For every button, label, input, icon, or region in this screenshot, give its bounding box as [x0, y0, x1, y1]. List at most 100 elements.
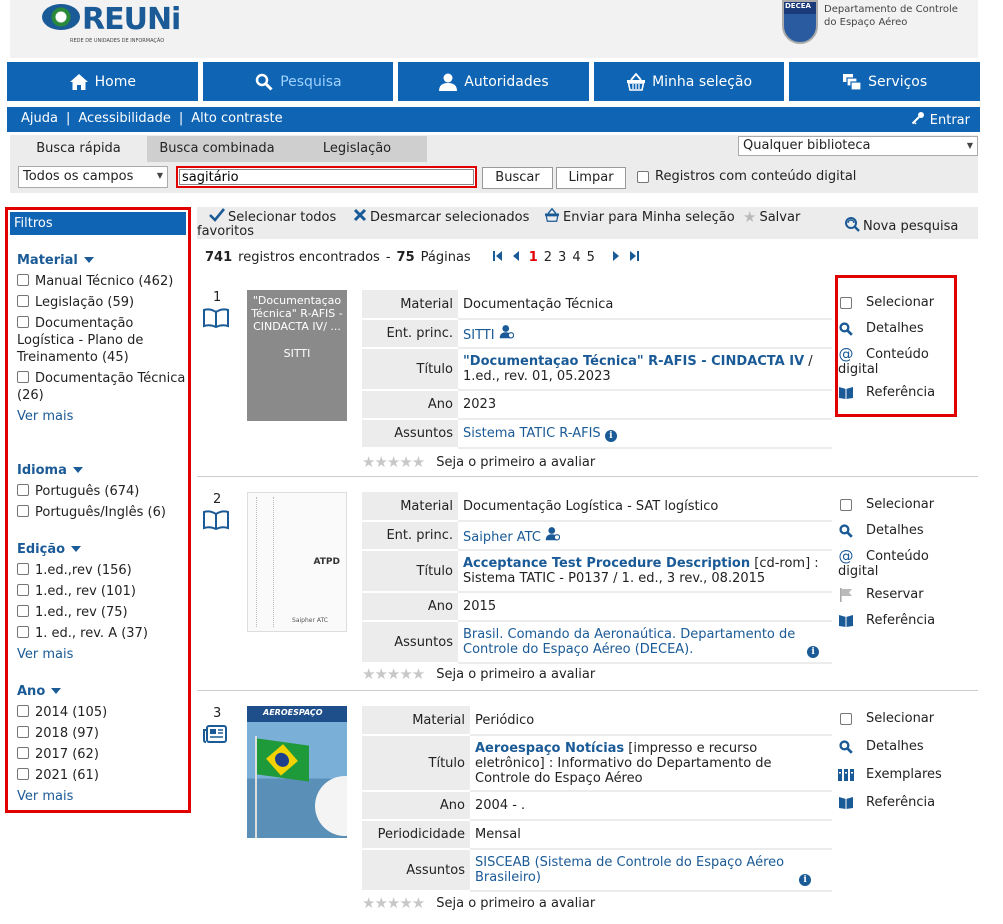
reference-action[interactable]: Referência	[838, 613, 935, 628]
page-link[interactable]: 2	[544, 250, 552, 265]
record-author-link[interactable]: Saipher ATC	[463, 530, 541, 545]
record-subject-link[interactable]: Sistema TATIC R-AFIS	[463, 426, 601, 441]
record-cover[interactable]: ATPD Saipher ATC	[247, 492, 347, 632]
reuni-logo[interactable]: REUNi REDE DE UNIDADES DE INFORMAÇÃO	[42, 2, 181, 46]
record-cover[interactable]: AEROESPAÇO	[247, 706, 347, 838]
page-link-current[interactable]: 1	[529, 250, 538, 265]
authority-person-icon[interactable]	[545, 527, 561, 545]
digital-content-filter[interactable]: Registros com conteúdo digital	[637, 169, 856, 184]
authority-person-icon[interactable]	[499, 325, 514, 343]
copies-action[interactable]: Exemplares	[838, 767, 942, 782]
tab-combined-search[interactable]: Busca combinada	[147, 136, 287, 162]
filter-checkbox[interactable]	[17, 505, 29, 517]
first-page-icon[interactable]	[492, 251, 502, 264]
filter-option[interactable]: 1.ed.,rev (156)	[17, 562, 187, 579]
record-subject-link[interactable]: SISCEAB (Sistema de Controle do Espaço A…	[475, 855, 795, 885]
filter-option[interactable]: 2017 (62)	[17, 746, 187, 763]
nav-authorities[interactable]: Autoridades	[398, 62, 589, 101]
search-field-select[interactable]: Todos os campos ▼	[18, 166, 168, 188]
tab-quick-search[interactable]: Busca rápida	[10, 136, 147, 162]
select-checkbox[interactable]	[840, 712, 852, 725]
new-search-button[interactable]: Nova pesquisa	[844, 216, 958, 236]
search-button[interactable]: Buscar	[482, 167, 553, 189]
filter-option[interactable]: 1.ed., rev (101)	[17, 583, 187, 600]
nav-home[interactable]: Home	[7, 62, 198, 101]
page-link[interactable]: 4	[572, 250, 580, 265]
last-page-icon[interactable]	[629, 251, 639, 264]
nav-selection[interactable]: Minha seleção	[593, 62, 785, 101]
filter-checkbox[interactable]	[17, 705, 29, 717]
next-page-icon[interactable]	[612, 251, 620, 264]
digital-content-action[interactable]: @ Conteúdo digital	[838, 549, 935, 580]
send-to-selection-button[interactable]: Enviar para Minha seleção	[544, 207, 735, 226]
filter-checkbox[interactable]	[17, 626, 29, 638]
filter-option[interactable]: Legislação (59)	[17, 294, 187, 311]
high-contrast-link[interactable]: Alto contraste	[191, 111, 282, 126]
digital-content-checkbox[interactable]	[637, 170, 649, 183]
filter-option[interactable]: Documentação Técnica (26)	[17, 370, 187, 404]
filter-option[interactable]: Português/Inglês (6)	[17, 504, 187, 521]
page-link[interactable]: 3	[558, 250, 566, 265]
nav-services[interactable]: Serviços	[789, 62, 980, 101]
filter-section-title[interactable]: Idioma	[17, 461, 187, 479]
select-checkbox[interactable]	[840, 498, 852, 511]
details-action[interactable]: Detalhes	[838, 523, 935, 538]
filter-option[interactable]: Manual Técnico (462)	[17, 273, 187, 290]
save-button[interactable]: ★ Salvar	[743, 208, 800, 226]
filter-option[interactable]: Português (674)	[17, 483, 187, 500]
filter-see-more-link[interactable]: Ver mais	[17, 789, 187, 804]
filter-option[interactable]: 2014 (105)	[17, 704, 187, 721]
filter-see-more-link[interactable]: Ver mais	[17, 647, 187, 662]
record-title-link[interactable]: Acceptance Test Procedure Description	[463, 556, 750, 571]
deselect-button[interactable]: Desmarcar selecionados	[353, 208, 529, 226]
record-title-link[interactable]: "Documentaçao Técnica" R-AFIS - CINDACTA…	[463, 354, 804, 369]
record-subject-link[interactable]: Brasil. Comando da Aeronaútica. Departam…	[463, 627, 803, 657]
record-author-link[interactable]: SITTI	[463, 328, 495, 343]
filter-checkbox[interactable]	[17, 605, 29, 617]
filter-checkbox[interactable]	[17, 768, 29, 780]
filter-checkbox[interactable]	[17, 726, 29, 738]
decea-logo[interactable]: Departamento de Controle do Espaço Aéreo	[782, 0, 972, 48]
filter-checkbox[interactable]	[17, 747, 29, 759]
record-title-link[interactable]: Aeroespaço Notícias	[475, 741, 624, 756]
filter-section-title[interactable]: Material	[17, 251, 187, 269]
accessibility-link[interactable]: Acessibilidade	[78, 111, 171, 126]
reference-action[interactable]: Referência	[838, 795, 942, 810]
filter-section-title[interactable]: Ano	[17, 682, 187, 700]
filter-section-title[interactable]: Edição	[17, 540, 187, 558]
info-icon[interactable]: i	[799, 873, 812, 886]
filter-checkbox[interactable]	[17, 295, 29, 307]
filter-option[interactable]: 1.ed., rev (75)	[17, 604, 187, 621]
info-icon[interactable]: i	[604, 429, 617, 442]
nav-search[interactable]: Pesquisa	[202, 62, 394, 101]
rating-stars-icon[interactable]: ★★★★★	[362, 665, 425, 683]
info-icon[interactable]: i	[807, 645, 820, 658]
filter-checkbox[interactable]	[17, 563, 29, 575]
select-record-action[interactable]: Selecionar	[838, 711, 942, 726]
filter-checkbox[interactable]	[17, 316, 29, 328]
filter-checkbox[interactable]	[17, 371, 29, 383]
filter-option[interactable]: 2018 (97)	[17, 725, 187, 742]
filter-checkbox[interactable]	[17, 484, 29, 496]
help-link[interactable]: Ajuda	[21, 111, 58, 126]
clear-button[interactable]: Limpar	[556, 167, 626, 189]
filter-see-more-link[interactable]: Ver mais	[17, 409, 187, 424]
filter-option[interactable]: 1. ed., rev. A (37)	[17, 625, 187, 642]
login-link[interactable]: Entrar	[911, 111, 970, 129]
details-action[interactable]: Detalhes	[838, 739, 942, 754]
library-select[interactable]: Qualquer biblioteca ▼	[738, 136, 978, 156]
select-record-action[interactable]: Selecionar	[838, 497, 935, 512]
search-input[interactable]	[176, 166, 477, 188]
reserve-action[interactable]: Reservar	[838, 587, 935, 602]
record-cover[interactable]: "Documentaçao Técnica" R-AFIS - CINDACTA…	[247, 290, 347, 421]
filter-option[interactable]: Documentação Logística - Plano de Treina…	[17, 315, 187, 366]
rating-stars-icon[interactable]: ★★★★★	[362, 453, 425, 471]
tab-legislation[interactable]: Legislação	[287, 136, 427, 162]
rating-stars-icon[interactable]: ★★★★★	[362, 894, 425, 912]
filter-checkbox[interactable]	[17, 584, 29, 596]
filter-checkbox[interactable]	[17, 274, 29, 286]
previous-page-icon[interactable]	[512, 251, 519, 264]
select-all-favorites-label[interactable]: favoritos	[197, 224, 254, 239]
filter-option[interactable]: 2021 (61)	[17, 767, 187, 784]
page-link[interactable]: 5	[587, 250, 595, 265]
